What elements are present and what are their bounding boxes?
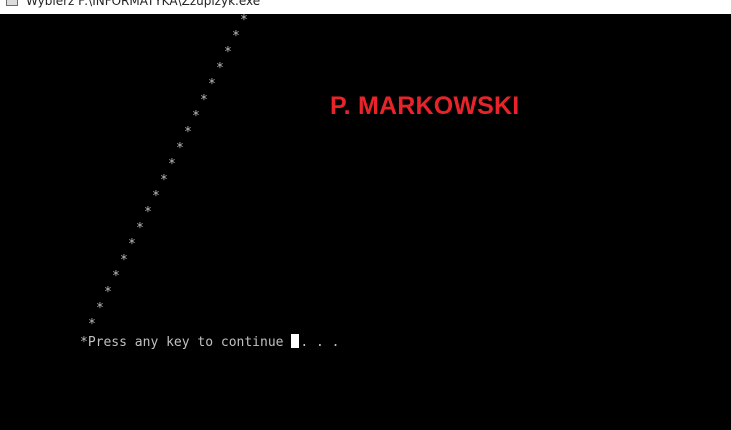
star-char: *	[184, 125, 192, 140]
star-char: *	[128, 237, 136, 252]
banner-text: P. MARKOWSKI	[330, 92, 520, 120]
console-window[interactable]: Wybierz F:\INFORMATYKA\Zzupizyk.exe * * * *…	[0, 0, 731, 430]
star-char: *	[200, 93, 208, 108]
star-char: *	[152, 189, 160, 204]
star-char: *	[104, 285, 112, 300]
star-char: *	[232, 29, 240, 44]
star-char: *	[216, 61, 224, 76]
star-char: *	[88, 317, 96, 332]
continue-prompt: *Press any key to continue . . .	[80, 334, 339, 351]
star-char: *	[192, 109, 200, 124]
console-output[interactable]: * * * * * * * * * * * * * * * * * * * * P. MARKOWSKI *Press…	[0, 14, 731, 430]
star-char: *	[136, 221, 144, 236]
star-char: *	[160, 173, 168, 188]
prompt-text: *Press any key to continue	[80, 335, 292, 350]
star-char: *	[168, 157, 176, 172]
app-icon	[6, 0, 18, 6]
star-char: *	[208, 77, 216, 92]
title-bar[interactable]: Wybierz F:\INFORMATYKA\Zzupizyk.exe	[0, 0, 731, 14]
star-char: *	[120, 253, 128, 268]
text-cursor	[291, 334, 300, 348]
star-char: *	[96, 301, 104, 316]
star-char: *	[112, 269, 120, 284]
star-char: *	[176, 141, 184, 156]
window-title: Wybierz F:\INFORMATYKA\Zzupizyk.exe	[26, 0, 261, 8]
prompt-ellipsis: . . .	[300, 335, 340, 350]
star-char: *	[240, 13, 248, 28]
star-char: *	[224, 45, 232, 60]
star-char: *	[144, 205, 152, 220]
